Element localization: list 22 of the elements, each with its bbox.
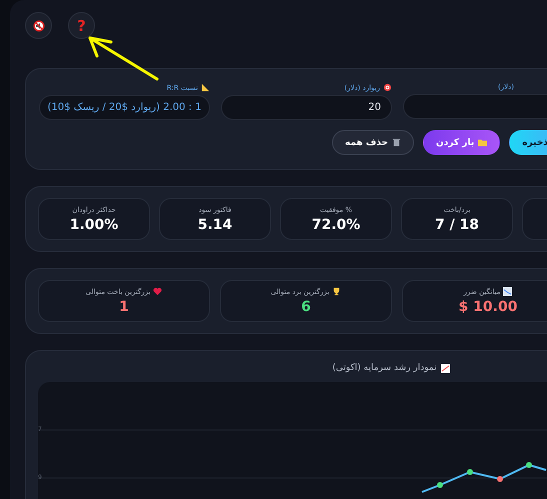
delete-button[interactable]: حذف همه (332, 130, 414, 155)
input-field[interactable] (403, 94, 547, 119)
ruler-icon (201, 83, 210, 92)
chart-down-icon (503, 287, 512, 296)
ratio-display: 1 : 2.00 (ریوارد $20 / ریسک $10) (39, 95, 210, 120)
chart-title: نمودار رشد سرمایه (اکوتی) (332, 363, 450, 373)
trophy-icon (332, 287, 342, 296)
trash-icon (392, 138, 402, 147)
folder-icon (478, 138, 488, 147)
mute-icon (32, 20, 44, 32)
stat-value: 5.14 (198, 216, 232, 232)
load-button[interactable]: بار کردن (423, 130, 500, 155)
stat-value: $ 10.00 (458, 299, 518, 315)
mute-button[interactable] (25, 12, 52, 39)
stat-value: 1.00% (70, 216, 118, 232)
stat-value: 72.0% (312, 216, 360, 232)
stat-value: 7 / 18 (434, 216, 480, 232)
input-field[interactable]: 20 (221, 95, 392, 120)
target-icon (383, 83, 392, 92)
stat-value: 6 (301, 299, 311, 315)
chart-up-icon (440, 364, 450, 372)
stat-value: 1 (119, 299, 129, 315)
